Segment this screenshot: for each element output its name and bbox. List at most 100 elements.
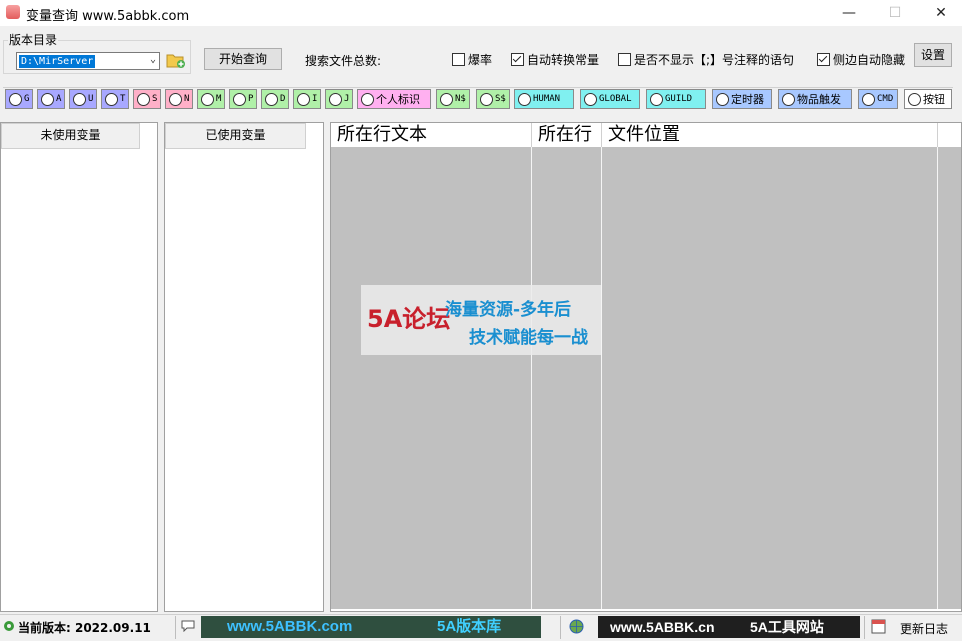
table-row[interactable]	[331, 420, 961, 441]
table-cell[interactable]	[938, 567, 961, 588]
table-cell[interactable]	[938, 378, 961, 399]
var-button[interactable]: G	[5, 89, 33, 109]
var-button[interactable]: T	[101, 89, 129, 109]
table-cell[interactable]	[532, 357, 602, 378]
table-cell[interactable]	[602, 378, 938, 399]
table-cell[interactable]	[331, 588, 532, 609]
var-button[interactable]: I	[293, 89, 321, 109]
checkbox-auto-convert[interactable]: 自动转换常量	[511, 51, 599, 67]
close-button[interactable]: ✕	[918, 0, 962, 26]
checkbox-hide-comments[interactable]: 是否不显示【;】号注释的语句	[618, 51, 794, 67]
table-cell[interactable]	[331, 168, 532, 189]
table-cell[interactable]	[331, 252, 532, 273]
table-row[interactable]	[331, 357, 961, 378]
table-row[interactable]	[331, 546, 961, 567]
table-cell[interactable]	[331, 189, 532, 210]
table-row[interactable]	[331, 252, 961, 273]
table-cell[interactable]	[602, 252, 938, 273]
table-cell[interactable]	[532, 567, 602, 588]
table-cell[interactable]	[602, 420, 938, 441]
table-cell[interactable]	[331, 147, 532, 168]
table-row[interactable]	[331, 231, 961, 252]
var-button[interactable]: 按钮	[904, 89, 952, 109]
table-cell[interactable]	[938, 210, 961, 231]
minimize-button[interactable]: —	[826, 0, 872, 26]
var-button[interactable]: 定时器	[712, 89, 772, 109]
table-cell[interactable]	[602, 357, 938, 378]
table-cell[interactable]	[938, 315, 961, 336]
maximize-button[interactable]: ☐	[872, 0, 918, 26]
table-row[interactable]	[331, 525, 961, 546]
table-cell[interactable]	[938, 525, 961, 546]
table-cell[interactable]	[938, 294, 961, 315]
table-cell[interactable]	[532, 462, 602, 483]
table-cell[interactable]	[938, 588, 961, 609]
unused-variables-panel[interactable]: 未使用变量	[0, 122, 158, 612]
var-button[interactable]: 个人标识	[357, 89, 431, 109]
table-cell[interactable]	[532, 441, 602, 462]
table-cell[interactable]	[532, 504, 602, 525]
table-cell[interactable]	[331, 462, 532, 483]
var-button[interactable]: CMD	[858, 89, 898, 109]
table-cell[interactable]	[602, 336, 938, 357]
table-cell[interactable]	[938, 147, 961, 168]
used-variables-panel[interactable]: 已使用变量	[164, 122, 324, 612]
checkbox-box[interactable]	[511, 52, 524, 66]
table-cell[interactable]	[331, 399, 532, 420]
table-cell[interactable]	[602, 231, 938, 252]
table-cell[interactable]	[532, 147, 602, 168]
table-cell[interactable]	[938, 189, 961, 210]
table-cell[interactable]	[938, 336, 961, 357]
var-button[interactable]: 物品触发	[778, 89, 852, 109]
site-banner-5abbk-cn[interactable]: www.5ABBK.cn 5A工具网站	[598, 616, 860, 638]
table-cell[interactable]	[602, 588, 938, 609]
table-row[interactable]	[331, 147, 961, 168]
table-cell[interactable]	[602, 441, 938, 462]
table-cell[interactable]	[938, 462, 961, 483]
column-header-line-number[interactable]: 所在行	[532, 123, 602, 147]
column-header-line-text[interactable]: 所在行文本	[331, 123, 532, 147]
var-button[interactable]: D	[261, 89, 289, 109]
table-cell[interactable]	[602, 504, 938, 525]
table-cell[interactable]	[532, 483, 602, 504]
table-cell[interactable]	[602, 168, 938, 189]
table-cell[interactable]	[602, 273, 938, 294]
globe-icon[interactable]	[569, 619, 584, 634]
table-cell[interactable]	[938, 168, 961, 189]
table-cell[interactable]	[331, 483, 532, 504]
column-header-file-location[interactable]: 文件位置	[602, 123, 938, 147]
changelog-link[interactable]: 更新日志	[900, 620, 948, 637]
table-cell[interactable]	[331, 378, 532, 399]
table-cell[interactable]	[938, 399, 961, 420]
table-cell[interactable]	[331, 357, 532, 378]
table-cell[interactable]	[602, 546, 938, 567]
settings-button[interactable]: 设置	[914, 43, 952, 67]
table-cell[interactable]	[938, 546, 961, 567]
var-button[interactable]: S$	[476, 89, 510, 109]
var-button[interactable]: GLOBAL	[580, 89, 640, 109]
table-row[interactable]	[331, 483, 961, 504]
table-cell[interactable]	[602, 315, 938, 336]
table-cell[interactable]	[532, 231, 602, 252]
table-cell[interactable]	[331, 504, 532, 525]
table-cell[interactable]	[532, 210, 602, 231]
table-cell[interactable]	[938, 252, 961, 273]
chat-icon[interactable]	[181, 620, 195, 633]
var-button[interactable]: J	[325, 89, 353, 109]
table-cell[interactable]	[938, 504, 961, 525]
table-cell[interactable]	[532, 168, 602, 189]
start-query-button[interactable]: 开始查询	[204, 48, 282, 70]
table-cell[interactable]	[602, 399, 938, 420]
folder-open-icon[interactable]	[166, 52, 186, 69]
checkbox-box[interactable]	[618, 52, 631, 66]
checkbox-side-autohide[interactable]: 侧边自动隐藏	[817, 51, 905, 67]
table-cell[interactable]	[938, 483, 961, 504]
var-button[interactable]: HUMAN	[514, 89, 574, 109]
table-cell[interactable]	[602, 189, 938, 210]
table-row[interactable]	[331, 462, 961, 483]
table-cell[interactable]	[532, 252, 602, 273]
table-cell[interactable]	[602, 294, 938, 315]
table-cell[interactable]	[602, 483, 938, 504]
table-cell[interactable]	[602, 147, 938, 168]
var-button[interactable]: U	[69, 89, 97, 109]
